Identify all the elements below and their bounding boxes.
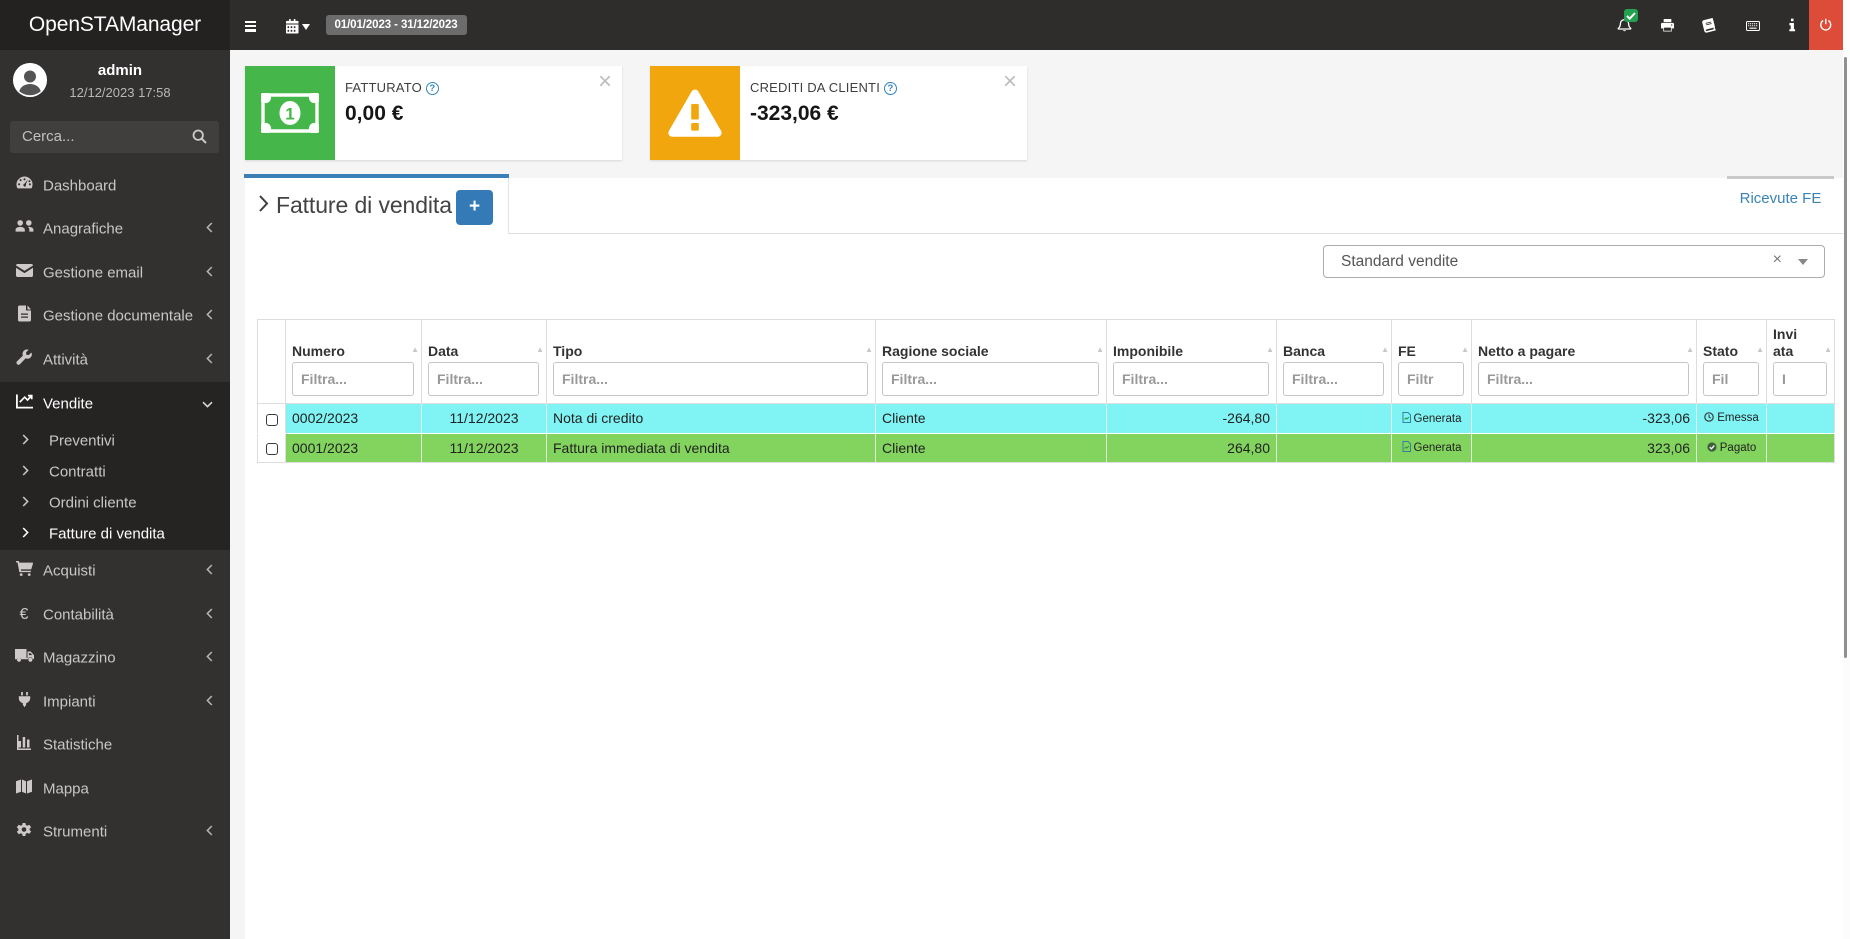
svg-text:1: 1 bbox=[285, 105, 294, 124]
